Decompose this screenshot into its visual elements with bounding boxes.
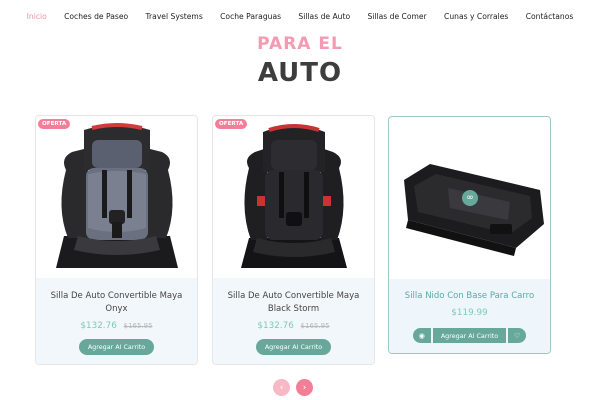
product-prices: $132.76 $165.95 — [36, 321, 197, 331]
chevron-right-icon[interactable]: › — [296, 379, 313, 396]
nav-item-inicio[interactable]: Inicio — [27, 12, 47, 21]
product-image-car-seat-black[interactable] — [213, 116, 374, 278]
product-info: Silla Nido Con Base Para Carro $119.99 ◉… — [389, 279, 550, 353]
product-prices: $132.76 $165.95 — [213, 321, 374, 331]
nav-item-coches-de-paseo[interactable]: Coches de Paseo — [64, 12, 128, 21]
product-card[interactable]: OFERTA Silla De Auto Convertible Maya Bl… — [212, 115, 375, 365]
nav-item-cunas-y-corrales[interactable]: Cunas y Corrales — [444, 12, 508, 21]
product-title[interactable]: Silla Nido Con Base Para Carro — [401, 290, 538, 303]
product-card[interactable]: OFERTA Silla De Auto Convertible Maya On… — [35, 115, 198, 365]
product-price: $132.76 — [257, 321, 294, 331]
nav-item-sillas-de-auto[interactable]: Sillas de Auto — [298, 12, 350, 21]
carousel-pager: ‹ › — [273, 379, 313, 396]
section-title-main: AUTO — [257, 58, 343, 88]
product-prices: $119.99 — [389, 308, 550, 318]
add-to-cart-button[interactable]: Agregar Al Carrito — [255, 339, 332, 355]
sale-badge: OFERTA — [215, 119, 248, 129]
nav-item-travel-systems[interactable]: Travel Systems — [146, 12, 203, 21]
nav-item-coche-paraguas[interactable]: Coche Paraguas — [220, 12, 281, 21]
nav-item-contactanos[interactable]: Contáctanos — [526, 12, 574, 21]
sale-badge: OFERTA — [38, 119, 71, 129]
section-title-top: PARA EL — [257, 34, 343, 54]
chevron-left-icon[interactable]: ‹ — [273, 379, 290, 396]
product-card[interactable]: ∞ Silla Nido Con Base Para Carro $119.99… — [388, 116, 551, 354]
product-info: Silla De Auto Convertible Maya Onyx $132… — [36, 278, 197, 364]
product-title[interactable]: Silla De Auto Convertible Maya Black Sto… — [225, 290, 362, 316]
product-price: $132.76 — [80, 321, 117, 331]
product-actions: ◉ Agregar Al Carrito ♡ — [389, 328, 550, 343]
nav-item-sillas-de-comer[interactable]: Sillas de Comer — [367, 12, 426, 21]
product-title[interactable]: Silla De Auto Convertible Maya Onyx — [48, 290, 185, 316]
add-to-cart-button[interactable]: Agregar Al Carrito — [78, 339, 155, 355]
link-icon[interactable]: ∞ — [462, 190, 478, 206]
product-image-car-seat-gray[interactable] — [36, 116, 197, 278]
eye-icon[interactable]: ◉ — [412, 328, 431, 343]
product-price: $119.99 — [451, 308, 488, 318]
add-to-cart-button[interactable]: Agregar Al Carrito — [432, 328, 507, 343]
product-old-price: $165.95 — [300, 322, 330, 330]
heart-icon[interactable]: ♡ — [508, 328, 527, 343]
product-image-car-seat-base[interactable]: ∞ — [389, 117, 550, 279]
product-old-price: $165.95 — [123, 322, 153, 330]
product-info: Silla De Auto Convertible Maya Black Sto… — [213, 278, 374, 364]
main-nav: Inicio Coches de Paseo Travel Systems Co… — [0, 0, 600, 32]
